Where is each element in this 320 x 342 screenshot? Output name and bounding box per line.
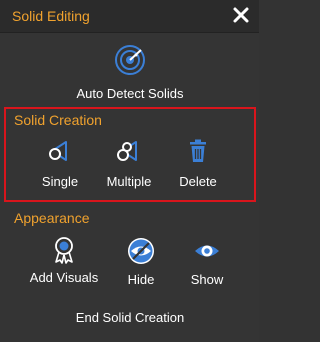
panel-header: Solid Editing [0,0,259,33]
single-solid-button[interactable]: Single [20,138,100,189]
add-visuals-button[interactable]: Add Visuals [24,236,104,285]
panel-title: Solid Editing [12,8,90,24]
single-solid-icon [49,141,67,161]
multiple-solids-icon [117,141,137,161]
add-visuals-label: Add Visuals [29,270,99,285]
auto-detect-solids-button[interactable]: Auto Detect Solids [65,44,195,101]
appearance-section-label: Appearance [14,210,90,226]
end-solid-creation-button[interactable]: End Solid Creation [40,310,220,325]
close-icon [233,7,249,23]
radar-target-icon [115,45,145,75]
show-label: Show [190,272,224,287]
show-button[interactable]: Show [167,236,247,287]
delete-solid-button[interactable]: Delete [158,138,238,189]
eye-slash-icon [128,238,154,264]
multiple-solids-label: Multiple [106,174,152,189]
multiple-solids-button[interactable]: Multiple [89,138,169,189]
delete-solid-label: Delete [179,174,217,189]
trash-icon [190,139,206,162]
solid-editing-panel: Solid Editing Auto Detect Solids Solid C… [0,0,259,342]
close-button[interactable] [231,5,251,25]
eye-icon [195,245,219,257]
single-solid-label: Single [41,174,79,189]
badge-icon [55,237,73,264]
solid-creation-section-label: Solid Creation [14,112,102,128]
auto-detect-solids-label: Auto Detect Solids [76,86,184,101]
